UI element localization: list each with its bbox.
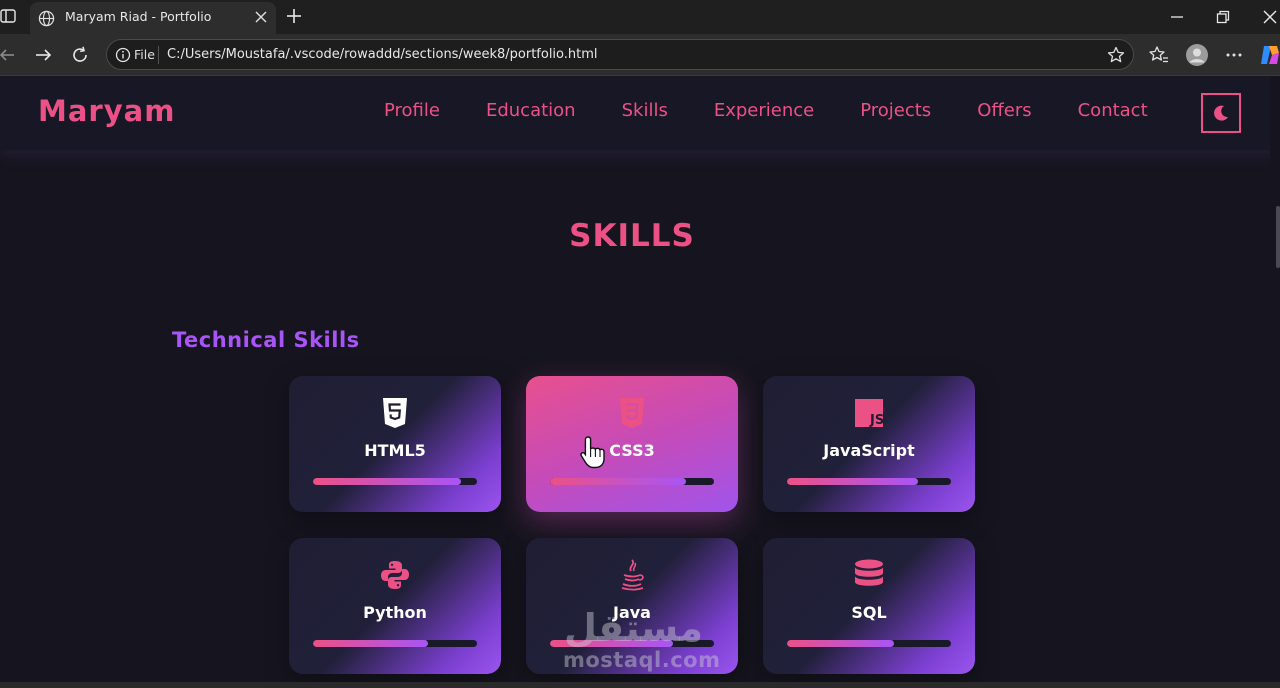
skill-progress-fill [313,640,428,647]
globe-icon [38,10,55,27]
skill-card-javascript[interactable]: JS JavaScript [763,376,975,512]
section-title: SKILLS [569,218,695,254]
more-menu-icon[interactable] [1224,45,1244,65]
skill-progress-track [787,478,951,485]
skill-progress-fill [787,640,894,647]
tab-title: Maryam Riad - Portfolio [65,9,212,24]
skill-progress-track [313,478,477,485]
javascript-icon: JS [854,398,884,428]
nav-link-projects[interactable]: Projects [860,100,931,126]
window-close-icon[interactable] [1262,9,1278,25]
skill-card-java[interactable]: Java [526,538,738,674]
python-icon [380,560,410,590]
skill-name: HTML5 [364,441,426,460]
browser-tab-bar: Maryam Riad - Portfolio [0,0,1280,34]
skill-progress-track [550,640,714,647]
skill-name: JavaScript [823,441,915,460]
portfolio-page: Maryam Profile Education Skills Experien… [0,76,1280,682]
skill-progress-fill [787,478,919,485]
info-icon[interactable] [115,47,131,63]
svg-text:JS: JS [869,413,883,427]
address-bar[interactable]: File C:/Users/Moustafa/.vscode/rowaddd/s… [106,39,1134,70]
nav-link-education[interactable]: Education [486,100,576,126]
new-tab-icon[interactable] [285,7,303,25]
address-scheme: File [134,47,155,62]
browser-tab[interactable]: Maryam Riad - Portfolio [30,2,276,34]
window-bottom-edge [0,682,1280,688]
nav-link-contact[interactable]: Contact [1078,100,1148,126]
site-logo[interactable]: Maryam [38,94,175,128]
database-icon [854,559,884,590]
skill-card-css3[interactable]: CSS3 [526,376,738,512]
star-icon[interactable] [1107,46,1125,64]
favorites-icon[interactable] [1149,45,1169,65]
skill-name: CSS3 [609,441,655,460]
address-url[interactable]: C:/Users/Moustafa/.vscode/rowaddd/sectio… [167,47,598,62]
profile-avatar-icon[interactable] [1185,43,1209,67]
skill-name: SQL [851,603,887,622]
restore-icon[interactable] [1216,10,1230,24]
scrollbar-thumb[interactable] [1276,206,1280,268]
site-header: Maryam Profile Education Skills Experien… [0,76,1280,150]
skill-card-sql[interactable]: SQL [763,538,975,674]
nav-link-experience[interactable]: Experience [714,100,814,126]
skill-card-python[interactable]: Python [289,538,501,674]
close-tab-icon[interactable] [254,10,268,24]
forward-icon[interactable] [33,45,53,65]
theme-toggle-button[interactable] [1201,93,1241,133]
main-nav: Profile Education Skills Experience Proj… [384,100,1194,126]
skill-progress-fill [550,478,687,485]
address-divider [158,46,159,64]
css3-icon [617,398,647,428]
minimize-icon[interactable] [1170,10,1184,24]
skill-name: Python [363,603,427,622]
back-icon[interactable] [0,45,20,65]
nav-link-skills[interactable]: Skills [622,100,668,126]
nav-link-offers[interactable]: Offers [977,100,1031,126]
skill-progress-fill [313,478,461,485]
copilot-icon[interactable] [1258,43,1280,67]
skill-progress-track [787,640,951,647]
section-subtitle: Technical Skills [172,328,360,352]
skill-card-html5[interactable]: HTML5 [289,376,501,512]
sidebar-toggle-icon[interactable] [0,8,16,24]
skill-progress-track [313,640,477,647]
skill-name: Java [613,603,651,622]
java-icon [617,559,647,591]
skill-progress-fill [550,640,673,647]
nav-link-profile[interactable]: Profile [384,100,440,126]
refresh-icon[interactable] [70,45,90,65]
browser-toolbar: File C:/Users/Moustafa/.vscode/rowaddd/s… [0,34,1280,76]
html5-icon [380,398,410,428]
skill-progress-track [550,478,714,485]
page-scrollbar[interactable] [1270,76,1280,682]
moon-icon [1214,105,1228,121]
